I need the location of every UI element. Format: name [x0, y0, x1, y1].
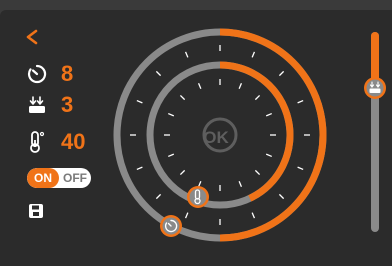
toggle-on-label[interactable]: ON [27, 168, 59, 188]
timer-icon [27, 64, 47, 84]
thermometer-icon [30, 131, 45, 153]
power-toggle[interactable]: ON OFF [27, 168, 91, 188]
dial-tick [179, 94, 186, 101]
ok-button[interactable]: OK [200, 119, 232, 157]
dial-tick [254, 169, 261, 176]
dial-tick [251, 51, 256, 58]
dial-tick [179, 169, 186, 176]
dial-tick [136, 166, 143, 171]
tool-level-row[interactable]: 3 [27, 94, 73, 116]
dial-tick [251, 212, 256, 219]
dial-tick [136, 99, 143, 104]
dial-tick [278, 193, 285, 200]
dial-tick [168, 153, 175, 158]
toggle-off-label[interactable]: OFF [59, 168, 91, 188]
dial-tick [254, 94, 261, 101]
tool-level-icon [29, 96, 45, 113]
dial-tick [238, 83, 243, 90]
slider-thumb[interactable] [364, 77, 386, 99]
save-button[interactable] [28, 203, 44, 224]
back-button[interactable] [25, 29, 39, 50]
dial-tick [265, 153, 272, 158]
dial-tick [238, 180, 243, 187]
dial-tick [155, 70, 162, 77]
dial-tick [197, 83, 202, 90]
level-slider[interactable] [360, 30, 390, 240]
dial-tick [297, 166, 304, 171]
dial-tick [297, 99, 304, 104]
dial-tick [265, 112, 272, 117]
timer-row[interactable]: 8 [27, 63, 73, 85]
dial-tick [168, 112, 175, 117]
dial-tick [155, 193, 162, 200]
tool-level-value: 3 [61, 92, 74, 117]
temperature-row[interactable]: 40 [27, 130, 85, 154]
dial-tick [278, 70, 285, 77]
save-icon [29, 204, 43, 218]
dial-tick [184, 51, 189, 58]
dial-tick [184, 212, 189, 219]
dial-tick [197, 180, 202, 187]
timer-knob[interactable] [160, 215, 182, 237]
back-chevron-icon [26, 29, 38, 45]
temperature-value: 40 [61, 129, 86, 154]
temperature-knob[interactable] [187, 186, 209, 208]
timer-value: 8 [61, 61, 74, 86]
